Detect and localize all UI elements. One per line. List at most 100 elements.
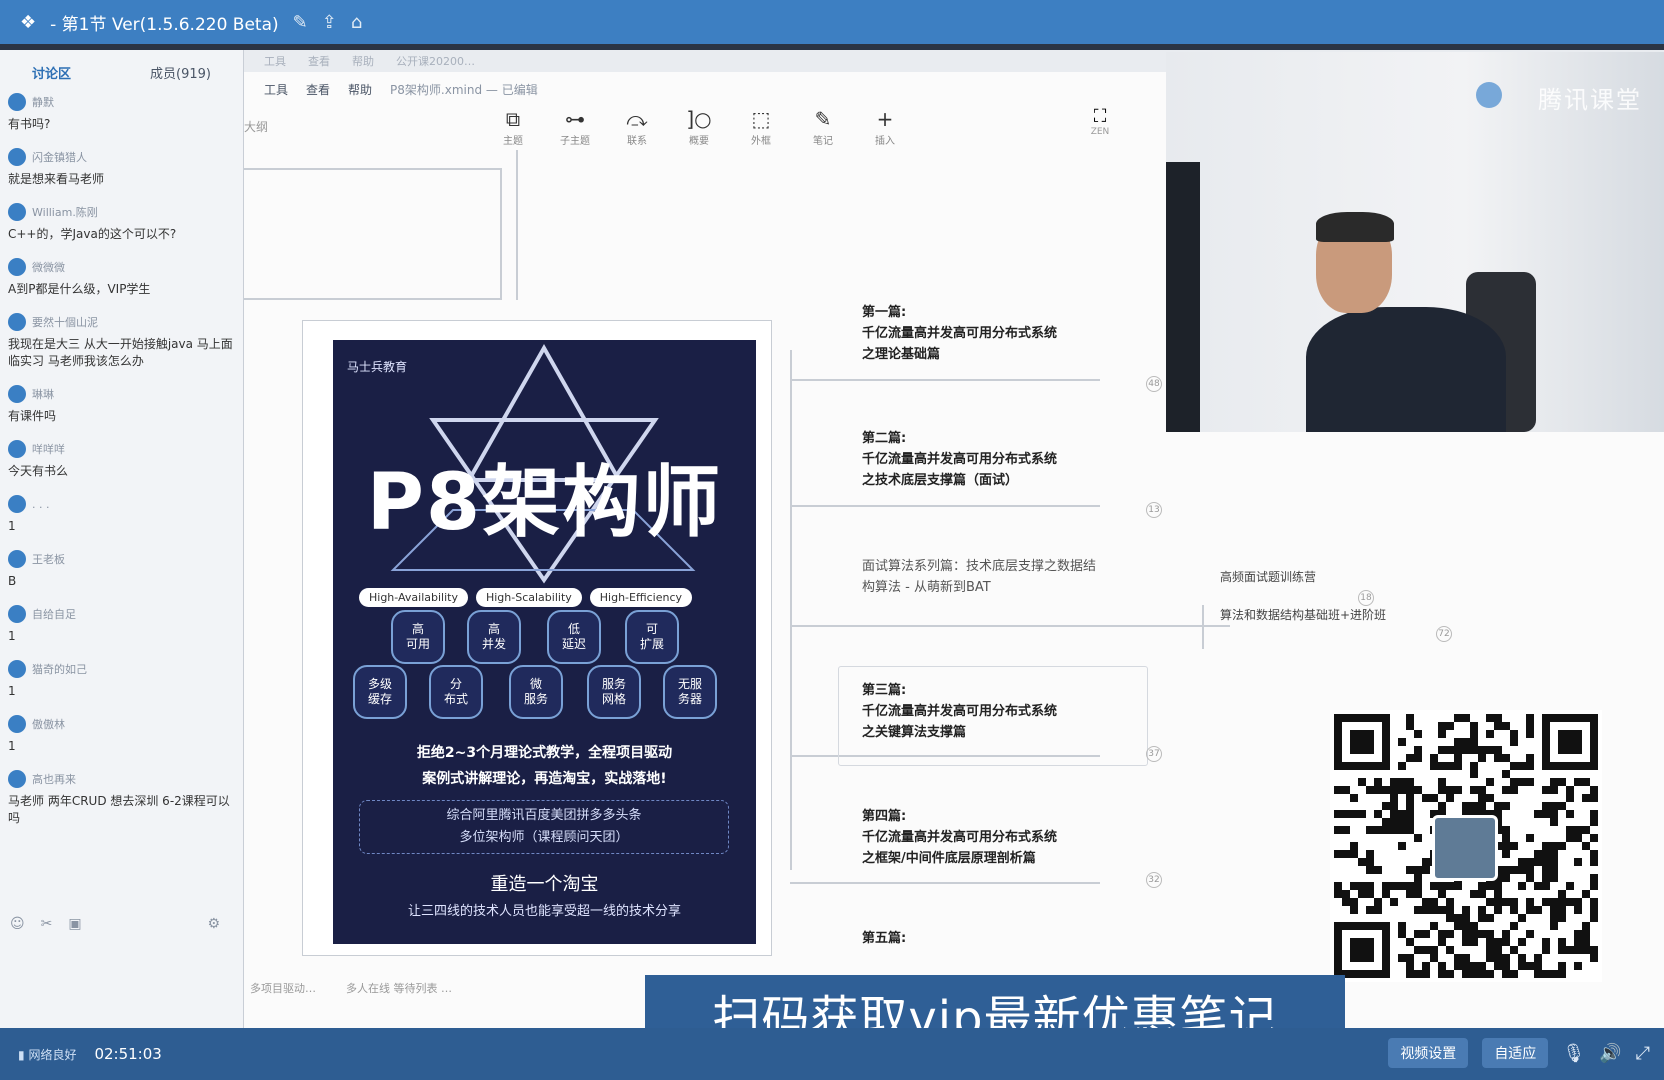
- emoji-icon[interactable]: ☺: [10, 916, 25, 932]
- node-text: 千亿流量高并发高可用分布式系统: [862, 830, 1058, 845]
- file-name: P8架构师.xmind — 已编辑: [390, 82, 538, 97]
- slogan-line: 拒绝2~3个月理论式教学，全程项目驱动: [416, 745, 673, 761]
- scissors-icon[interactable]: ✂: [41, 916, 53, 932]
- avatar: [8, 440, 26, 458]
- poster-headline: P8架构师: [366, 458, 723, 548]
- fit-button[interactable]: 自适应: [1482, 1038, 1549, 1068]
- message-text: 有课件吗: [8, 409, 57, 423]
- video-settings-button[interactable]: 视频设置: [1388, 1038, 1469, 1068]
- message-author: William.陈刚: [8, 202, 235, 222]
- window-title: - 第1节 Ver(1.5.6.220 Beta): [50, 14, 279, 35]
- home-icon[interactable]: ⌂: [351, 12, 362, 33]
- node-text: 第四篇:: [862, 809, 907, 824]
- chat-message: 王老板 B: [8, 549, 235, 590]
- author-name: 自给自足: [32, 608, 76, 621]
- toolbar-icon: ]○: [686, 107, 712, 131]
- avatar: [8, 203, 26, 221]
- author-name: 王老板: [32, 553, 65, 566]
- toolbar-label: 笔记: [813, 136, 833, 147]
- message-text: 就是想来看马老师: [8, 172, 105, 186]
- collapse-count-badge[interactable]: 72: [1436, 626, 1452, 642]
- collapse-count-badge[interactable]: 37: [1146, 746, 1162, 762]
- collapse-count-badge[interactable]: 32: [1146, 872, 1162, 888]
- message-text: 1: [8, 684, 16, 698]
- toolbar-button[interactable]: ]○ 概要: [680, 106, 718, 147]
- video-person-body: [1306, 307, 1506, 432]
- author-name: 高也再来: [32, 773, 76, 786]
- mindmap-node[interactable]: 第三篇: 千亿流量高并发高可用分布式系统 之关键算法支撑篇: [862, 680, 1057, 743]
- mindmap-node[interactable]: 第一篇: 千亿流量高并发高可用分布式系统 之理论基础篇: [862, 302, 1057, 365]
- ghost-menu-item: 查看: [308, 55, 330, 68]
- share-icon[interactable]: ⇪: [322, 12, 337, 33]
- toolbar-button[interactable]: ⤼ 联系: [618, 106, 656, 147]
- toolbar-icon: ⧉: [505, 107, 521, 131]
- mindmap-node[interactable]: 第二篇: 千亿流量高并发高可用分布式系统 之技术底层支撑篇（面试）: [862, 428, 1057, 491]
- connector: [790, 505, 1100, 507]
- avatar: [8, 660, 26, 678]
- toolbar-button[interactable]: ✎ 笔记: [804, 106, 842, 147]
- settings-icon[interactable]: ⚙: [207, 916, 220, 932]
- author-name: 静默: [32, 96, 54, 109]
- node-text: 第三篇:: [862, 683, 907, 698]
- chat-message: 要然十個山泥 我现在是大三 从大一开始接触java 马上面临实习 马老师我该怎么办: [8, 312, 235, 370]
- menu-help[interactable]: 帮助: [348, 81, 372, 98]
- tab-discussion[interactable]: 讨论区: [32, 63, 71, 82]
- avatar: [8, 313, 26, 331]
- toolbar-label: 子主题: [560, 136, 590, 147]
- mindmap-subnode[interactable]: 算法和数据结构基础班+进阶班: [1220, 606, 1386, 623]
- mindmap-node[interactable]: 第四篇: 千亿流量高并发高可用分布式系统 之框架/中间件底层原理剖析篇: [862, 806, 1057, 869]
- message-author: 自给自足: [8, 604, 235, 624]
- feature-hex: 低 延迟: [547, 610, 601, 664]
- message-author: . . .: [8, 494, 235, 514]
- message-author: 猫奇的如己: [8, 659, 235, 679]
- chat-message: 静默有书吗?: [8, 92, 235, 133]
- chat-message: William.陈刚 C++的，学Java的这个可以不?: [8, 202, 235, 243]
- connector: [790, 625, 1230, 627]
- fullscreen-icon: ⛶: [1093, 106, 1107, 127]
- chat-tools: ☺ ✂ ▣ ⚙: [10, 916, 220, 932]
- app-logo-icon: ❖: [20, 11, 37, 33]
- message-text: 今天有书么: [8, 464, 69, 478]
- mindmap-node[interactable]: 第五篇:: [862, 928, 906, 949]
- menu-tools[interactable]: 工具: [264, 81, 288, 98]
- message-list[interactable]: 静默 有书吗? 闪金镇猎人 就是想来看马老师 William.陈刚 C++的，学Java的…: [0, 86, 243, 847]
- message-text: 有书吗?: [8, 117, 51, 131]
- collapse-count-badge[interactable]: 13: [1146, 502, 1162, 518]
- network-label: 网络良好: [28, 1047, 77, 1062]
- node-text: 千亿流量高并发高可用分布式系统: [862, 452, 1058, 467]
- tencent-class-icon: [1476, 82, 1502, 108]
- toolbar-icon: ⤼: [626, 107, 648, 131]
- connector: [244, 168, 502, 170]
- node-count: 37: [1146, 742, 1162, 763]
- edit-icon[interactable]: ✎: [293, 12, 308, 33]
- volume-icon[interactable]: 🔊: [1599, 1043, 1621, 1064]
- tab-members[interactable]: 成员(919): [150, 63, 211, 82]
- toolbar-button[interactable]: + 插入: [866, 106, 904, 147]
- collapse-count-badge[interactable]: 18: [1358, 590, 1374, 606]
- menu-view[interactable]: 查看: [306, 81, 330, 98]
- toolbar-button[interactable]: ⧉ 主题: [494, 106, 532, 147]
- feature-hex: 服务 网格: [587, 665, 641, 719]
- node-text: 面试算法系列篇：技术底层支撑之数据结: [862, 559, 1097, 574]
- mindmap-node[interactable]: 面试算法系列篇：技术底层支撑之数据结 构算法 - 从萌新到BAT: [862, 556, 1096, 598]
- chat-panel: 讨论区 成员(919) 静默 有书吗? 闪金镇猎人 就是想来看马老师 William.陈…: [0, 50, 244, 1028]
- mic-muted-icon[interactable]: 🎙: [1562, 1043, 1585, 1064]
- author-name: 傲傲林: [32, 718, 65, 731]
- avatar: [8, 258, 26, 276]
- chat-message: 咩咩咩 今天有书么: [8, 439, 235, 480]
- collapse-count-badge[interactable]: 48: [1146, 376, 1162, 392]
- chat-message: 微微微 A到P都是什么级，VIP学生: [8, 257, 235, 298]
- toolbar-button[interactable]: ⊶ 子主题: [556, 106, 594, 147]
- avatar: [8, 385, 26, 403]
- expand-icon[interactable]: ⤢: [1636, 1043, 1650, 1064]
- zen-button[interactable]: ⛶ ZEN: [1080, 106, 1120, 137]
- pill-row: High-Availability High-Scalability High-…: [359, 588, 693, 607]
- toolbar-button[interactable]: ⬚ 外框: [742, 106, 780, 147]
- ghost-menu-item: 公开课20200…: [396, 55, 475, 68]
- mindmap-subnode[interactable]: 高频面试题训练营: [1220, 568, 1316, 585]
- chat-tabs: 讨论区 成员(919): [0, 50, 243, 86]
- author-name: 微微微: [32, 261, 65, 274]
- image-icon[interactable]: ▣: [68, 916, 81, 932]
- author-name: 要然十個山泥: [32, 316, 98, 329]
- poster-subtext: 让三四线的技术人员也能享受超一线的技术分享: [407, 904, 681, 919]
